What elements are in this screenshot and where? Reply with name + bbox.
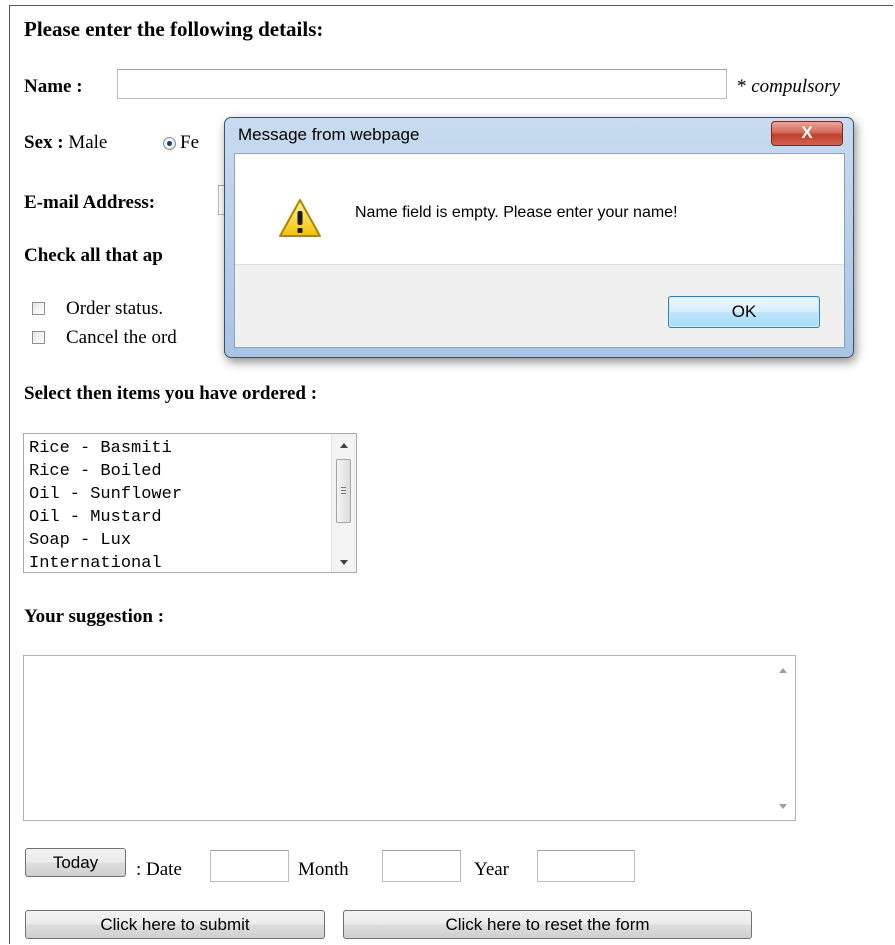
date-label: : Date [136,859,182,880]
warning-icon [279,199,321,237]
list-item[interactable]: Oil - Sunflower [29,485,182,504]
checkbox-cancel-order[interactable] [32,331,45,344]
check-heading: Check all that ap [24,245,163,266]
reset-button[interactable]: Click here to reset the form [343,910,752,939]
close-icon: X [801,123,813,142]
list-item[interactable]: International [29,554,162,572]
ok-button[interactable]: OK [668,296,820,328]
list-item[interactable]: Oil - Mustard [29,508,162,527]
sex-label: Sex : [24,132,64,153]
suggestion-textarea[interactable] [23,655,796,821]
listbox-scrollbar[interactable] [331,434,356,572]
year-input[interactable] [537,850,635,882]
scroll-down-icon[interactable] [340,560,348,565]
sex-male-label: Male [68,132,108,153]
scroll-up-icon[interactable] [779,668,787,673]
scroll-thumb[interactable] [336,459,351,523]
scroll-down-icon[interactable] [779,804,787,809]
list-item[interactable]: Rice - Basmiti [29,439,172,458]
dialog-title: Message from webpage [238,125,420,144]
today-button[interactable]: Today [25,848,126,877]
form-heading: Please enter the following details: [24,17,324,41]
submit-button[interactable]: Click here to submit [25,910,325,939]
dialog-message: Name field is empty. Please enter your n… [355,204,678,221]
date-input[interactable] [210,850,289,882]
alert-dialog: Message from webpage X Name field is emp… [224,117,854,358]
scroll-up-icon[interactable] [340,443,348,448]
compulsory-note: compulsory [751,76,840,97]
sex-female-label: Fe [180,132,199,153]
select-heading: Select then items you have ordered : [24,383,318,404]
dialog-body: Name field is empty. Please enter your n… [234,153,845,348]
checkbox-order-status-label: Order status. [66,298,164,319]
year-label: Year [474,859,510,880]
items-listbox[interactable]: Rice - Basmiti Rice - Boiled Oil - Sunfl… [23,433,357,573]
month-label: Month [298,859,349,880]
dialog-close-button[interactable]: X [771,121,843,146]
textarea-scrollbar[interactable] [771,656,795,820]
suggestion-label: Your suggestion : [24,606,165,627]
list-item[interactable]: Soap - Lux [29,531,131,550]
sex-male-radio[interactable] [163,137,176,150]
email-label: E-mail Address: [24,192,156,213]
month-input[interactable] [382,850,461,882]
name-label: Name : [24,76,83,97]
checkbox-order-status[interactable] [32,302,45,315]
name-input[interactable] [117,69,727,99]
checkbox-cancel-order-label: Cancel the ord [66,327,177,348]
list-item[interactable]: Rice - Boiled [29,462,162,481]
compulsory-star: * [737,76,747,97]
